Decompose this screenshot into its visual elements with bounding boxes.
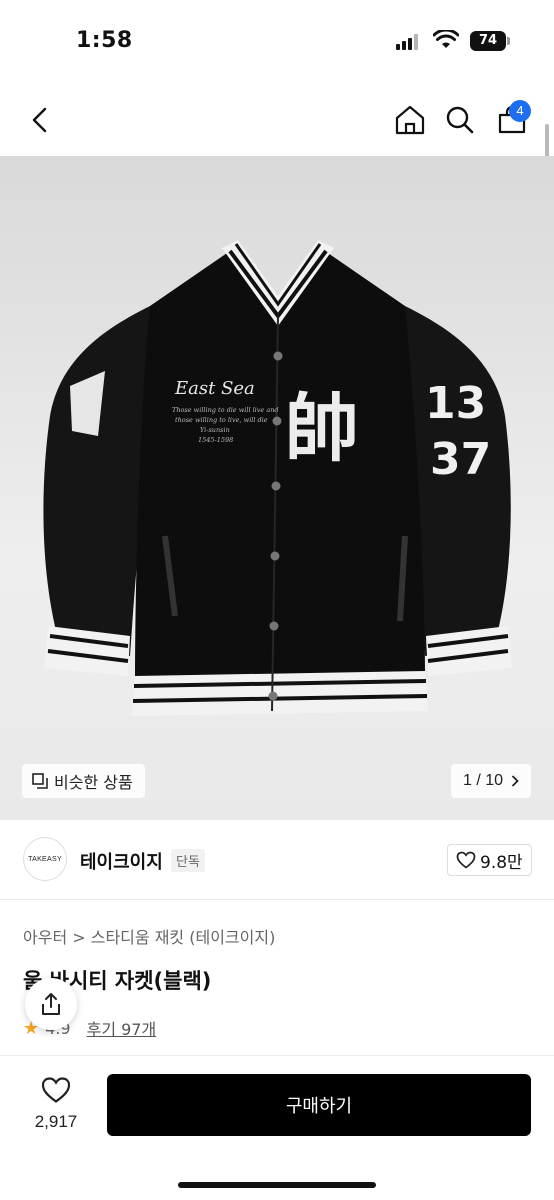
brand-row[interactable]: TAKEASY 테이크이지 단독 9.8만 <box>0 820 554 900</box>
category-breadcrumb[interactable]: 아우터 > 스타디움 재킷 (테이크이지) <box>23 924 275 948</box>
share-icon <box>42 993 60 1015</box>
jacket-script-text: East Sea <box>174 378 255 399</box>
brand-logo[interactable]: TAKEASY <box>23 837 67 881</box>
brand-like-count: 9.8만 <box>480 852 523 873</box>
cart-badge: 4 <box>509 100 531 122</box>
image-page-counter[interactable]: 1 / 10 <box>451 764 532 798</box>
jacket-quote-line3: Yi-sunsin <box>200 426 230 434</box>
reviews-link[interactable]: 후기 97개 <box>87 1016 157 1040</box>
jacket-hanja-patch: 帥 <box>285 386 359 472</box>
buy-button[interactable]: 구매하기 <box>107 1074 531 1136</box>
jacket-quote-line1: Those willing to die will live and <box>172 406 279 414</box>
nav-bar <box>0 84 554 156</box>
bottom-purchase-bar: 2,917 구매하기 <box>0 1055 554 1200</box>
jacket-quote-line4: 1545-1598 <box>198 436 233 444</box>
brand-name[interactable]: 테이크이지 <box>80 848 163 874</box>
status-time: 1:58 <box>76 28 133 53</box>
battery-cap <box>507 37 510 45</box>
chevron-right-icon <box>511 775 519 787</box>
heart-icon <box>41 1077 71 1103</box>
battery-indicator: 74 <box>470 31 506 51</box>
jacket-image: East Sea Those willing to die will live … <box>43 240 512 716</box>
product-image-carousel[interactable]: East Sea Those willing to die will live … <box>0 156 554 820</box>
home-indicator <box>178 1182 376 1188</box>
wishlist-count: 2,917 <box>34 1112 78 1131</box>
jacket-quote-line2: those willing to live, will die <box>175 416 268 424</box>
sleeve-number-bottom: 37 <box>430 434 491 485</box>
wifi-icon <box>433 30 459 48</box>
search-icon[interactable] <box>440 100 480 140</box>
similar-products-button[interactable]: 비슷한 상품 <box>22 764 145 798</box>
home-icon[interactable] <box>390 100 430 140</box>
similar-products-label: 비슷한 상품 <box>54 773 133 792</box>
signal-icon <box>396 34 422 50</box>
sleeve-number-top: 13 <box>425 378 486 429</box>
copy-icon <box>32 773 48 789</box>
page-counter-text: 1 / 10 <box>463 772 504 789</box>
status-bar: 1:58 74 <box>0 0 554 84</box>
share-button[interactable] <box>25 978 77 1030</box>
wishlist-button[interactable]: 2,917 <box>24 1076 88 1132</box>
heart-icon <box>456 851 476 869</box>
back-icon[interactable] <box>20 100 60 140</box>
brand-like-button[interactable]: 9.8만 <box>447 844 532 876</box>
exclusive-badge: 단독 <box>171 849 205 872</box>
